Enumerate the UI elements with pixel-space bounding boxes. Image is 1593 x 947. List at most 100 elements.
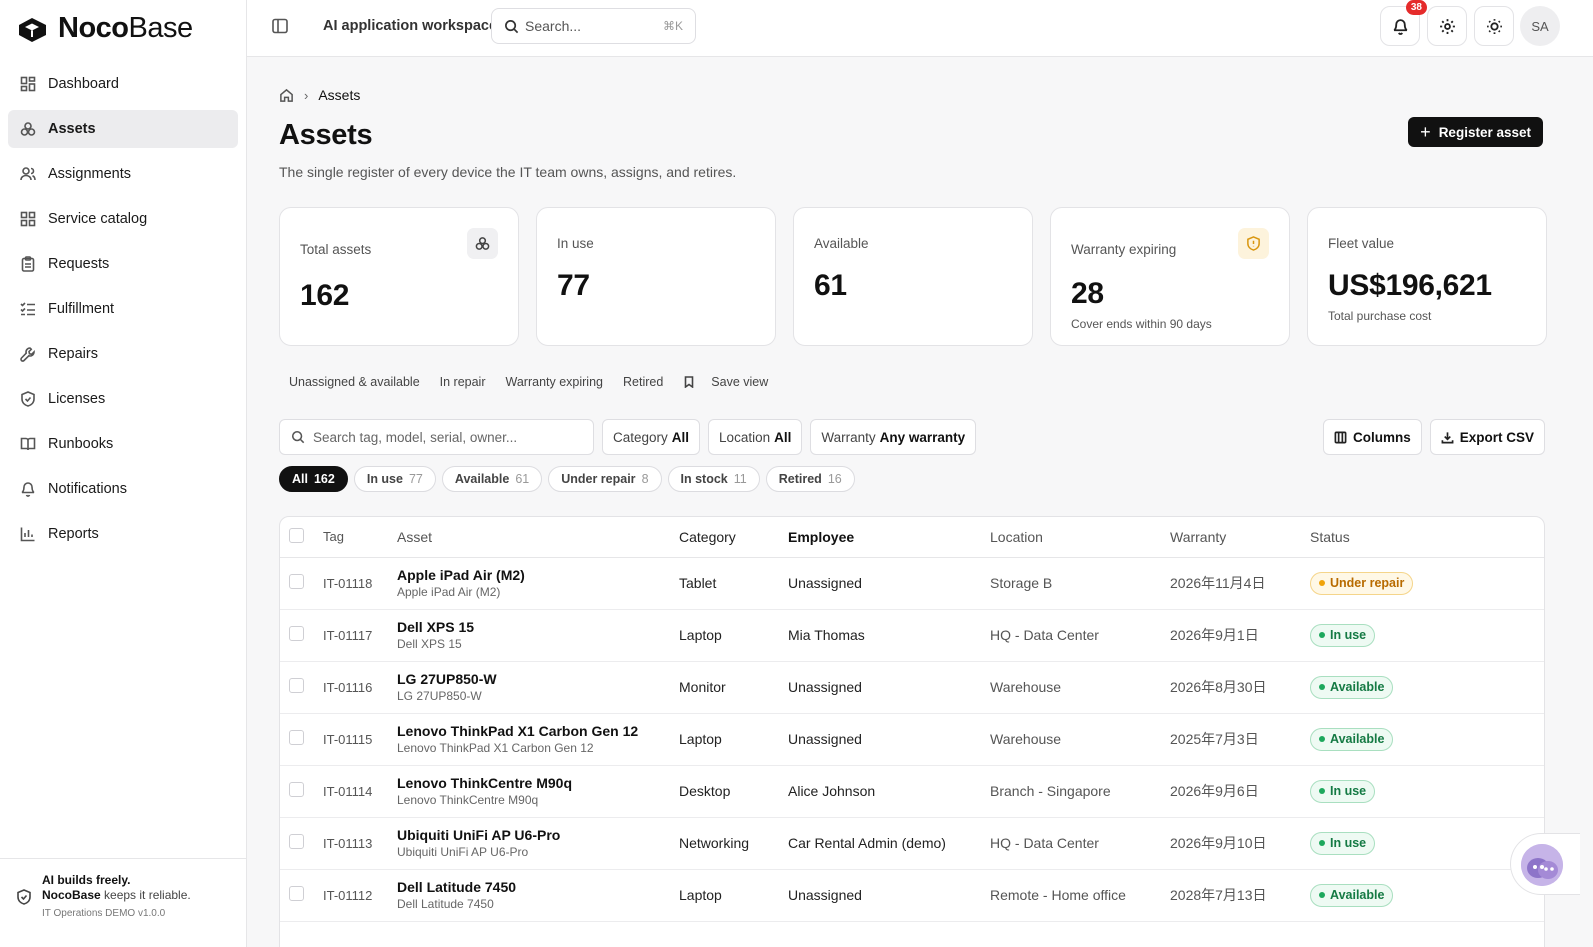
asset-name[interactable]: Lenovo ThinkCentre M90q — [397, 775, 679, 791]
chip-all[interactable]: All 162 — [279, 466, 348, 492]
cell-warranty: 2028年7月13日 — [1170, 869, 1310, 922]
select-all-checkbox[interactable] — [289, 527, 304, 543]
column-header-employee[interactable]: Employee — [788, 517, 990, 558]
row-checkbox[interactable] — [289, 730, 304, 745]
sidebar-item-assets[interactable]: Assets — [8, 110, 238, 148]
footer-tagline: AI builds freely. — [42, 873, 131, 887]
ai-assistant-button[interactable] — [1510, 833, 1580, 895]
cell-location: Warehouse — [990, 661, 1170, 714]
asset-name[interactable]: Dell Latitude 7450 — [397, 879, 679, 895]
sidebar-item-assignments[interactable]: Assignments — [8, 155, 238, 193]
row-checkbox[interactable] — [289, 678, 304, 693]
save-view-label: Save view — [711, 375, 769, 389]
saved-view-warranty-expiring[interactable]: Warranty expiring — [496, 375, 614, 389]
asset-name[interactable]: Dell XPS 15 — [397, 619, 679, 635]
dashboard-icon — [20, 76, 36, 92]
cell-category: Tablet — [679, 557, 788, 610]
chip-under-repair[interactable]: Under repair 8 — [548, 466, 662, 492]
theme-toggle-button[interactable] — [1474, 6, 1514, 46]
save-view-button[interactable]: Save view — [673, 375, 788, 389]
sidebar-item-service-catalog[interactable]: Service catalog — [8, 200, 238, 238]
cell-category: Monitor — [679, 661, 788, 714]
table-row[interactable]: IT-01115 Lenovo ThinkPad X1 Carbon Gen 1… — [280, 713, 1544, 766]
saved-view-retired[interactable]: Retired — [613, 375, 673, 389]
warranty-filter[interactable]: Warranty Any warranty — [810, 419, 977, 455]
asset-name[interactable]: Lenovo ThinkPad X1 Carbon Gen 12 — [397, 723, 679, 739]
sidebar-item-repairs[interactable]: Repairs — [8, 335, 238, 373]
sidebar-item-notifications[interactable]: Notifications — [8, 470, 238, 508]
sidebar-item-runbooks[interactable]: Runbooks — [8, 425, 238, 463]
column-header-category[interactable]: Category — [679, 517, 788, 558]
column-header-warranty[interactable]: Warranty — [1170, 517, 1310, 558]
cell-status: In use — [1310, 817, 1544, 870]
row-checkbox[interactable] — [289, 886, 304, 901]
chip-label: In use — [366, 472, 403, 486]
chip-in-use[interactable]: In use 77 — [353, 466, 436, 492]
columns-button[interactable]: Columns — [1322, 419, 1422, 455]
cell-category: Laptop — [679, 869, 788, 922]
cell-warranty: 2026年9月1日 — [1170, 609, 1310, 662]
register-asset-button[interactable]: + Register asset — [1408, 117, 1543, 147]
sidebar-item-requests[interactable]: Requests — [8, 245, 238, 283]
row-checkbox[interactable] — [289, 834, 304, 849]
row-checkbox[interactable] — [289, 574, 304, 589]
settings-button[interactable] — [1427, 6, 1467, 46]
export-csv-button[interactable]: Export CSV — [1429, 419, 1545, 455]
export-csv-label: Export CSV — [1459, 429, 1534, 445]
sidebar-item-reports[interactable]: Reports — [8, 515, 238, 553]
cell-location: Remote - Home office — [990, 869, 1170, 922]
cell-status: In use — [1310, 609, 1544, 662]
footer-brand: NocoBase — [42, 888, 101, 902]
sidebar-item-licenses[interactable]: Licenses — [8, 380, 238, 418]
sidebar-item-dashboard[interactable]: Dashboard — [8, 65, 238, 103]
asset-name[interactable]: Apple iPad Air (M2) — [397, 567, 679, 583]
table-row[interactable]: IT-01113 Ubiquiti UniFi AP U6-Pro Ubiquit… — [280, 817, 1544, 870]
column-header-tag[interactable]: Tag — [323, 517, 397, 558]
stat-icon — [1238, 228, 1269, 259]
notifications-button[interactable]: 38 — [1380, 0, 1427, 46]
chip-retired[interactable]: Retired 16 — [765, 466, 855, 492]
chevron-right-icon: › — [304, 87, 309, 103]
status-dot-icon — [1319, 736, 1325, 742]
sidebar-toggle-button[interactable] — [271, 17, 291, 37]
cell-asset: Dell XPS 15 Dell XPS 15 — [397, 609, 679, 662]
category-filter[interactable]: Category All — [602, 419, 701, 455]
table-row[interactable]: IT-01117 Dell XPS 15 Dell XPS 15 Laptop M… — [280, 609, 1544, 662]
status-badge: In use — [1310, 779, 1376, 803]
chip-in-stock[interactable]: In stock 11 — [667, 466, 760, 492]
global-search-input[interactable]: Search... ⌘K — [491, 8, 696, 44]
table-row[interactable]: IT-01112 Dell Latitude 7450 Dell Latitude… — [280, 869, 1544, 922]
column-header-status[interactable]: Status — [1310, 517, 1544, 558]
stat-value: 77 — [557, 269, 590, 302]
cell-employee: Unassigned — [788, 557, 990, 610]
clipboard-icon — [21, 256, 35, 272]
row-checkbox[interactable] — [289, 782, 304, 797]
asset-name[interactable]: Ubiquiti UniFi AP U6-Pro — [397, 827, 679, 843]
table-row[interactable]: IT-01114 Lenovo ThinkCentre M90q Lenovo T… — [280, 765, 1544, 818]
asset-name[interactable]: LG 27UP850-W — [397, 671, 679, 687]
row-checkbox[interactable] — [289, 626, 304, 641]
chip-available[interactable]: Available 61 — [441, 466, 543, 492]
brand-logo[interactable]: NocoBase — [0, 0, 246, 57]
sidebar-item-fulfillment[interactable]: Fulfillment — [8, 290, 238, 328]
sun-icon — [1486, 18, 1502, 34]
column-header-location[interactable]: Location — [990, 517, 1170, 558]
saved-view-in-repair[interactable]: In repair — [430, 375, 496, 389]
user-avatar[interactable]: SA — [1520, 6, 1560, 46]
saved-view-unassigned[interactable]: Unassigned & available — [279, 375, 430, 389]
breadcrumb-current[interactable]: Assets — [318, 87, 360, 103]
wrench-icon — [20, 347, 35, 362]
chip-count: 16 — [827, 472, 842, 486]
home-icon[interactable] — [279, 88, 294, 103]
location-filter[interactable]: Location All — [708, 419, 803, 455]
table-row[interactable]: IT-01116 LG 27UP850-W LG 27UP850-W Monito… — [280, 661, 1544, 714]
stat-value: 61 — [814, 269, 847, 302]
columns-icon — [1334, 431, 1347, 443]
bell-icon — [21, 482, 35, 497]
table-row[interactable]: IT-01118 Apple iPad Air (M2) Apple iPad A… — [280, 557, 1544, 610]
column-header-asset[interactable]: Asset — [397, 517, 679, 558]
status-dot-icon — [1319, 632, 1325, 638]
asset-search-input[interactable]: Search tag, model, serial, owner... — [279, 419, 594, 455]
cell-asset: Ubiquiti UniFi AP U6-Pro Ubiquiti UniFi A… — [397, 817, 679, 870]
status-label: Available — [1330, 888, 1385, 902]
